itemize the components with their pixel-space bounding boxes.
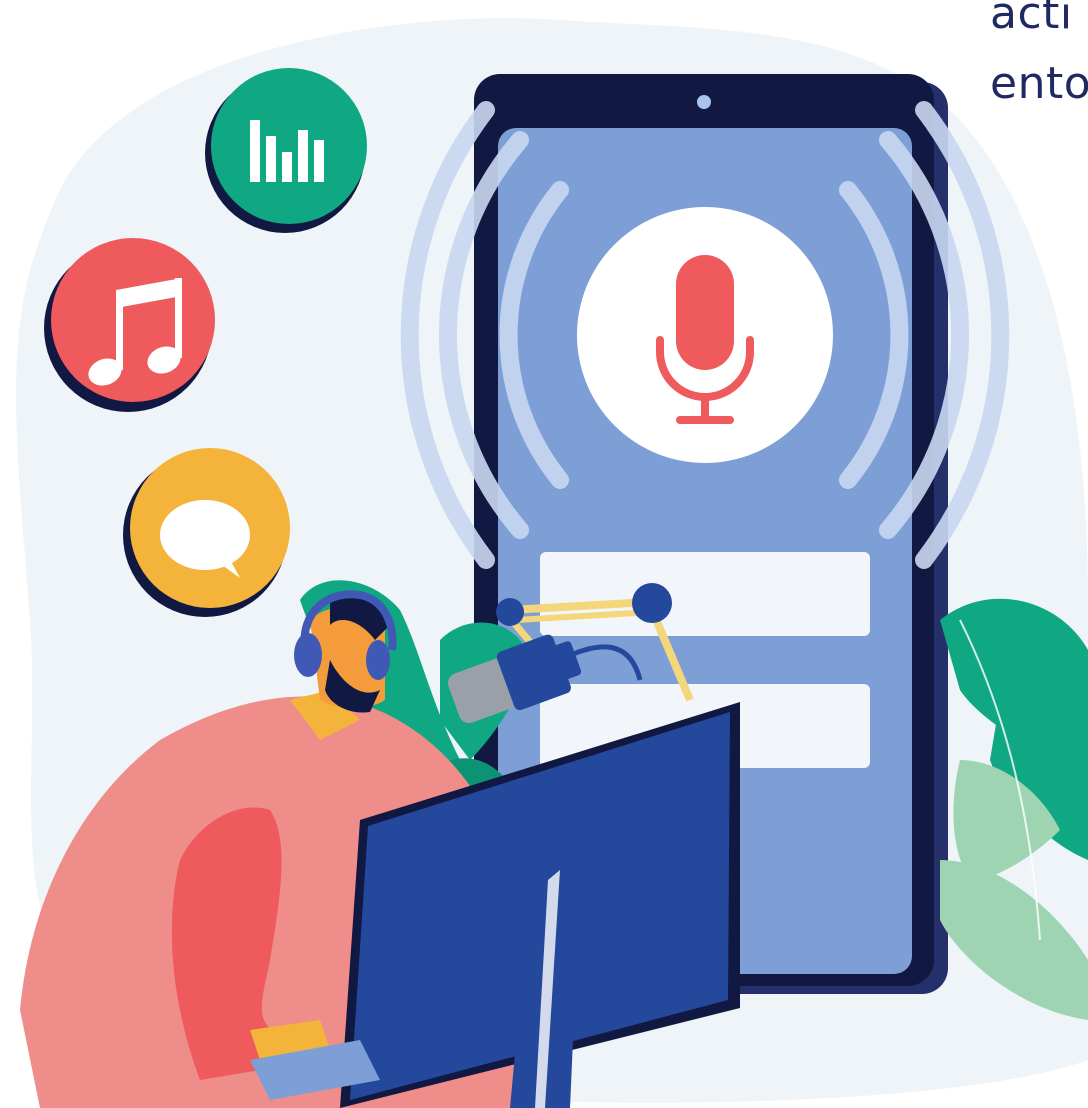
side-text-line-1: acti (990, 0, 1073, 39)
phone-field-1 (540, 552, 870, 636)
podcast-illustration (16, 18, 1088, 1108)
phone-camera (697, 95, 711, 109)
side-text-line-2: ento (990, 58, 1088, 109)
